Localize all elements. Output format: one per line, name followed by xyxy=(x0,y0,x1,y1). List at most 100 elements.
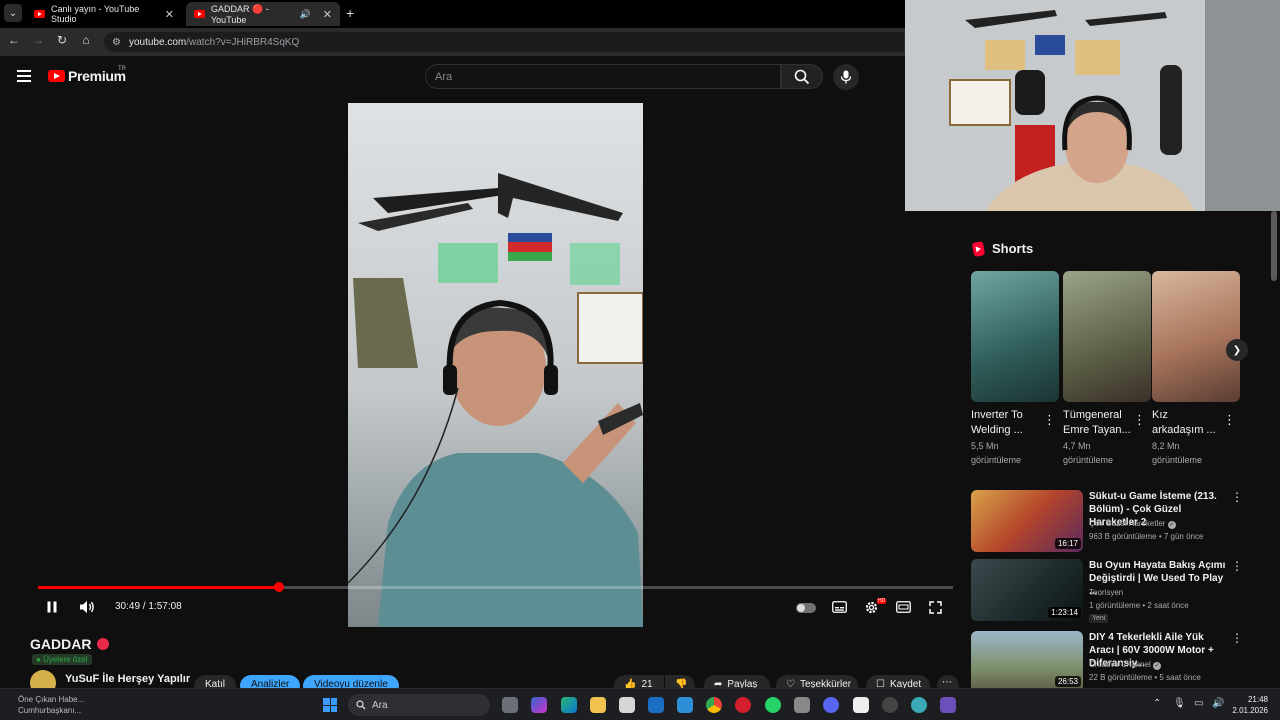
theater-mode-button[interactable] xyxy=(895,599,911,615)
short-card[interactable]: Inverter To Welding ... 5,5 Mn görüntüle… xyxy=(971,271,1059,465)
short-views: 4,7 Mn görüntüleme xyxy=(1063,441,1114,465)
recommendation-channel[interactable]: Teorisyen xyxy=(1089,588,1123,597)
youtube-premium-logo[interactable]: Premium TR xyxy=(48,66,126,84)
file-explorer-icon[interactable] xyxy=(590,697,606,713)
progress-bar[interactable] xyxy=(38,582,953,592)
site-info-icon[interactable]: ⚙ xyxy=(112,37,121,48)
short-thumbnail[interactable] xyxy=(1063,271,1151,402)
close-tab-icon[interactable]: ✕ xyxy=(323,8,332,21)
capcut-icon[interactable] xyxy=(853,697,869,713)
back-arrow-icon[interactable]: ← xyxy=(5,33,23,47)
recommendation-thumbnail[interactable]: 16:17 xyxy=(971,490,1083,552)
recommendation-thumbnail[interactable]: 1:23:14 xyxy=(971,559,1083,621)
video-title-text: GADDAR xyxy=(30,636,92,652)
recommendation-item[interactable]: 16:17 Sükut-u Game İsteme (213. Bölüm) -… xyxy=(971,490,1243,552)
new-badge: Yeni xyxy=(1089,614,1109,623)
recommendation-item[interactable]: 26:53 DIY 4 Tekerlekli Aile Yük Aracı | … xyxy=(971,631,1241,688)
search-input[interactable]: Ara xyxy=(425,64,781,89)
desktop-app-icon[interactable] xyxy=(677,697,693,713)
tab-gaddar-youtube[interactable]: GADDAR 🔴 - YouTube 🔊 ✕ xyxy=(186,2,340,26)
tab-title: GADDAR 🔴 - YouTube xyxy=(211,3,269,25)
hamburger-menu-icon[interactable] xyxy=(17,70,31,85)
more-options-icon[interactable]: ⋮ xyxy=(1231,559,1243,573)
short-title[interactable]: Kız arkadaşım ... xyxy=(1152,408,1222,438)
microsoft-store-icon[interactable] xyxy=(619,697,635,713)
recommendation-meta: 1 görüntüleme • 2 saat önce xyxy=(1089,601,1189,610)
taskbar-search-box[interactable]: Ara xyxy=(348,694,490,716)
verified-check-icon: ✓ xyxy=(1153,662,1162,670)
tab-search-menu-button[interactable]: ⌄ xyxy=(4,4,22,22)
chrome-icon[interactable] xyxy=(706,697,722,713)
hd-badge: HD xyxy=(877,598,887,604)
taskbar-search-label: Ara xyxy=(372,699,388,711)
shorts-next-chevron-icon[interactable]: ❯ xyxy=(1226,339,1248,361)
channel-name[interactable]: YuSuF İle Herşey Yapılır xyxy=(65,673,190,685)
short-card[interactable]: Tümgeneral Emre Tayan... 4,7 Mn görüntül… xyxy=(1063,271,1151,465)
news-headline: Öne Çıkan Habe... xyxy=(18,695,85,704)
more-options-icon[interactable]: ⋮ xyxy=(1133,412,1146,428)
windows-start-icon[interactable] xyxy=(323,698,337,712)
short-views: 8,2 Mn görüntüleme xyxy=(1152,441,1203,465)
speaker-icon[interactable]: 🔊 xyxy=(300,9,311,20)
short-card[interactable]: Kız arkadaşım ... 8,2 Mn görüntüleme ⋮ xyxy=(1152,271,1240,465)
pause-button[interactable] xyxy=(44,599,60,615)
close-tab-icon[interactable]: ✕ xyxy=(165,8,174,21)
more-options-icon[interactable]: ⋮ xyxy=(1043,412,1056,428)
youtube-favicon-icon xyxy=(194,10,205,18)
whatsapp-icon[interactable] xyxy=(765,697,781,713)
browser-toolbar: ← → ↻ ⌂ ⚙ youtube.com/watch?v=JHiRBR4SqK… xyxy=(0,28,905,56)
region-code: TR xyxy=(118,66,126,72)
network-icon[interactable]: ▭ xyxy=(1194,698,1203,709)
app-window-icon[interactable] xyxy=(940,697,956,713)
more-options-icon[interactable]: ⋮ xyxy=(1231,490,1243,504)
voice-search-button[interactable] xyxy=(833,64,859,90)
news-widget[interactable]: Öne Çıkan Habe... Cumhurbaşkanı... xyxy=(18,694,84,716)
news-subline: Cumhurbaşkanı... xyxy=(18,706,82,715)
address-field[interactable]: ⚙ youtube.com/watch?v=JHiRBR4SqKQ xyxy=(104,32,904,52)
shorts-section-heading: Shorts xyxy=(971,240,1033,257)
forward-arrow-icon[interactable]: → xyxy=(29,33,47,47)
tab-youtube-studio[interactable]: Canlı yayın - YouTube Studio ✕ xyxy=(26,2,182,26)
autoplay-toggle[interactable] xyxy=(796,603,816,613)
discord-icon[interactable] xyxy=(823,697,839,713)
tray-chevron-icon[interactable]: ⌃ xyxy=(1153,698,1161,709)
obs-icon[interactable] xyxy=(882,697,898,713)
subtitles-button[interactable] xyxy=(831,599,847,615)
recommendation-thumbnail[interactable]: 26:53 xyxy=(971,631,1083,688)
new-tab-plus-icon[interactable]: + xyxy=(346,5,354,21)
page-scrollbar[interactable] xyxy=(1271,211,1277,281)
recommendation-channel[interactable]: Çok Güzel Hareketler ✓ xyxy=(1089,519,1176,529)
opera-icon[interactable] xyxy=(735,697,751,713)
microphone-tray-icon[interactable]: 🎙 xyxy=(1173,698,1186,709)
recommendation-channel[interactable]: Creative Channel ✓ xyxy=(1089,660,1162,670)
search-button[interactable] xyxy=(781,64,823,89)
more-options-icon[interactable]: ⋮ xyxy=(1231,631,1241,645)
speaker-tray-icon[interactable]: 🔊 xyxy=(1212,698,1224,709)
short-title[interactable]: Tümgeneral Emre Tayan... xyxy=(1063,408,1133,438)
search-icon xyxy=(794,69,810,84)
more-options-icon[interactable]: ⋮ xyxy=(1223,412,1236,428)
mute-button[interactable] xyxy=(78,599,96,615)
video-duration: 1:23:14 xyxy=(1048,607,1081,618)
short-thumbnail[interactable] xyxy=(1152,271,1240,402)
app-globe-icon[interactable] xyxy=(911,697,927,713)
url-path: /watch?v=JHiRBR4SqKQ xyxy=(186,36,300,48)
home-icon[interactable]: ⌂ xyxy=(77,33,95,47)
mail-icon[interactable] xyxy=(648,697,664,713)
progress-scrubber-handle[interactable] xyxy=(273,582,284,592)
calculator-icon[interactable] xyxy=(794,697,810,713)
webcam-image xyxy=(905,0,1280,211)
short-title[interactable]: Inverter To Welding ... xyxy=(971,408,1041,438)
recommendation-item[interactable]: 1:23:14 Bu Oyun Hayata Bakış Açımı Değiş… xyxy=(971,559,1243,623)
tab-title: Canlı yayın - YouTube Studio xyxy=(51,4,140,24)
video-player[interactable] xyxy=(348,103,643,627)
video-frame-image xyxy=(348,103,643,627)
copilot-icon[interactable] xyxy=(531,697,547,713)
task-view-icon[interactable] xyxy=(502,697,518,713)
reload-icon[interactable]: ↻ xyxy=(53,33,71,47)
short-thumbnail[interactable] xyxy=(971,271,1059,402)
fullscreen-button[interactable] xyxy=(927,599,943,615)
edge-browser-icon[interactable] xyxy=(561,697,577,713)
system-clock[interactable]: 21:48 2.01.2026 xyxy=(1232,694,1268,716)
youtube-play-icon xyxy=(48,70,65,82)
